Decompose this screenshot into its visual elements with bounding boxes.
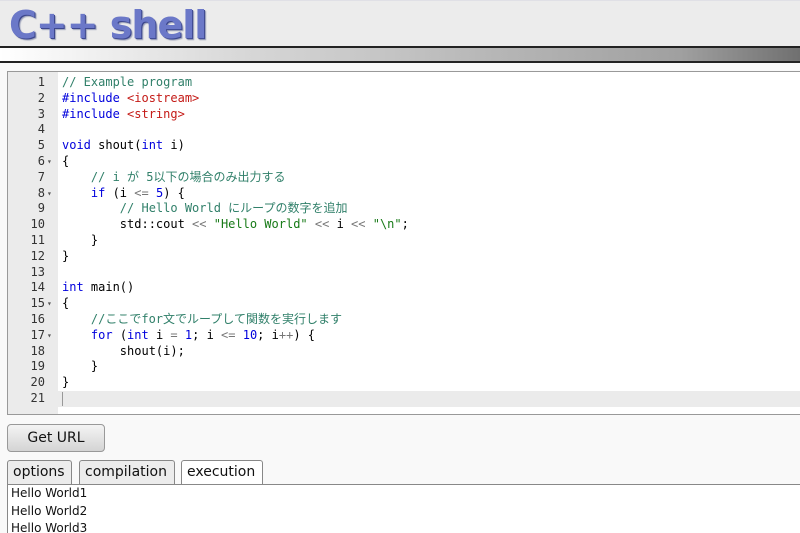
code-text[interactable]: void shout(int i) (62, 138, 185, 154)
output-line: Hello World2 (11, 503, 88, 518)
code-line[interactable]: 9 // Hello World にループの数字を追加 (8, 201, 800, 217)
line-number: 7 (37, 169, 45, 184)
fold-arrow-icon[interactable]: ▾ (47, 328, 52, 344)
tab-execution[interactable]: execution (181, 460, 263, 486)
line-number: 1 (37, 75, 45, 89)
code-text[interactable]: #include <iostream> (62, 91, 199, 107)
code-line[interactable]: 14 int main() (8, 280, 800, 296)
line-number: 16 (30, 312, 45, 326)
code-line[interactable]: 13 (8, 265, 800, 281)
line-number: 13 (30, 264, 45, 279)
line-number: 8 (37, 185, 45, 200)
code-text[interactable]: // Hello World にループの数字を追加 (62, 201, 348, 217)
code-text[interactable]: } (62, 359, 98, 375)
code-line[interactable]: 12} (8, 249, 800, 265)
code-line[interactable]: 21 (8, 391, 800, 407)
output-line: Hello World1 (11, 486, 88, 500)
code-line[interactable]: 10 std::cout << "Hello World" << i << "\… (8, 217, 800, 233)
code-text[interactable]: //ここでfor文でループして関数を実行します (62, 312, 342, 328)
code-line[interactable]: 7 // i が 5以下の場合のみ出力する (8, 170, 800, 186)
line-number: 11 (30, 233, 45, 247)
line-number: 5 (37, 138, 45, 153)
line-number: 20 (30, 375, 45, 390)
tab-options[interactable]: options (7, 460, 72, 485)
code-line[interactable]: 6 ▾ { (8, 154, 800, 170)
line-number: 12 (30, 248, 45, 263)
code-line[interactable]: 1 // Example program (8, 75, 800, 91)
site-logo[interactable]: C++ shell (9, 3, 207, 47)
code-text[interactable]: if (i <= 5) { (62, 186, 185, 202)
code-line[interactable]: 16 //ここでfor文でループして関数を実行します (8, 312, 800, 328)
code-text[interactable]: shout(i); (62, 344, 185, 360)
code-line[interactable]: 4 (8, 122, 800, 138)
code-line[interactable]: 5 void shout(int i) (8, 138, 800, 154)
code-text[interactable]: for (int i = 1; i <= 10; i++) { (62, 328, 315, 344)
fold-arrow-icon[interactable]: ▾ (47, 296, 52, 312)
code-text[interactable] (62, 391, 63, 407)
line-number: 10 (30, 217, 45, 232)
code-line[interactable]: 3 #include <string> (8, 107, 800, 123)
header-banner (0, 46, 800, 63)
fold-arrow-icon[interactable]: ▾ (47, 186, 52, 202)
code-text[interactable]: } (62, 233, 98, 249)
code-line[interactable]: 15 ▾ { (8, 296, 800, 312)
site-header: C++ shell (0, 0, 800, 47)
code-text[interactable]: { (62, 154, 69, 170)
code-text[interactable]: { (62, 296, 69, 312)
code-line[interactable]: 17 ▾ for (int i = 1; i <= 10; i++) { (8, 328, 800, 344)
code-line[interactable]: 8 ▾ if (i <= 5) { (8, 186, 800, 202)
line-number: 15 (30, 296, 45, 311)
code-line[interactable]: 2 #include <iostream> (8, 91, 800, 107)
code-line[interactable]: 20} (8, 375, 800, 391)
line-number: 4 (37, 122, 45, 137)
code-text[interactable]: // Example program (62, 75, 192, 91)
code-text[interactable]: int main() (62, 280, 134, 296)
line-number: 21 (30, 391, 45, 405)
code-text[interactable]: } (62, 375, 69, 391)
code-line[interactable]: 18 shout(i); (8, 344, 800, 360)
code-text[interactable]: std::cout << "Hello World" << i << "\n"; (62, 217, 409, 233)
line-number: 6 (37, 154, 45, 168)
code-text[interactable]: // i が 5以下の場合のみ出力する (62, 170, 286, 186)
code-editor[interactable]: 1// Example program 2 #include <iostream> 3… (7, 71, 800, 415)
get-url-button[interactable]: Get URL (7, 424, 105, 452)
line-number: 19 (30, 359, 45, 374)
execution-output: Hello World1 Hello World2 Hello World3 (7, 485, 800, 533)
line-number: 9 (37, 201, 45, 216)
tab-compilation[interactable]: compilation (79, 460, 175, 485)
line-number: 17 (30, 327, 45, 342)
code-text[interactable]: #include <string> (62, 107, 185, 123)
line-number: 18 (30, 343, 45, 358)
fold-arrow-icon[interactable]: ▾ (47, 154, 52, 170)
line-number: 14 (30, 280, 45, 295)
line-number: 2 (37, 90, 45, 105)
code-line[interactable]: 11 } (8, 233, 800, 249)
code-text[interactable]: } (62, 249, 69, 265)
output-line: Hello World3 (11, 521, 88, 533)
code-line[interactable]: 19 } (8, 359, 800, 375)
line-number: 3 (37, 106, 45, 121)
